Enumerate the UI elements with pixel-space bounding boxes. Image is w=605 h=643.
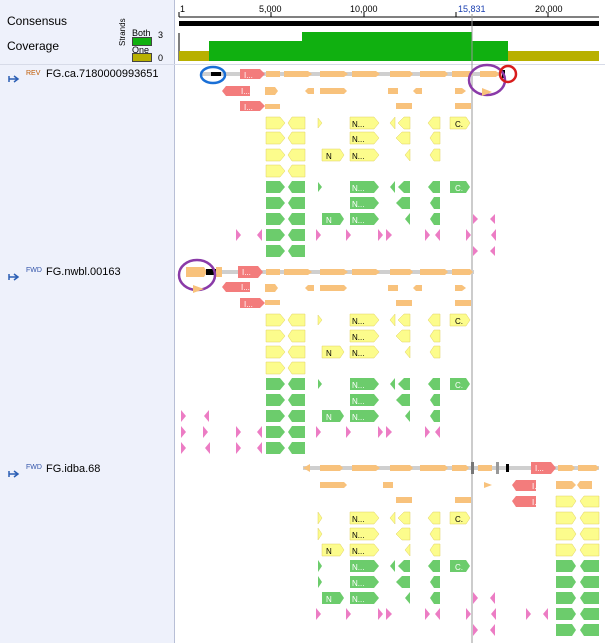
alignment-track-view[interactable]: 1 5,000 10,000 20,000 15,831 I... I... I… (174, 0, 605, 643)
svg-text:I...: I... (241, 87, 250, 96)
coverage-max-label: 3 (158, 30, 164, 40)
svg-text:I...: I... (532, 482, 541, 491)
svg-text:I...: I... (242, 268, 251, 277)
cursor-position-label: 15,831 (458, 4, 486, 14)
svg-text:N...: N... (352, 563, 364, 572)
svg-text:C.: C. (455, 381, 463, 390)
sequence-3-annotations[interactable]: I... I... I... N... C. N... N N... N... … (303, 462, 600, 636)
svg-text:N: N (326, 216, 332, 225)
svg-text:I...: I... (244, 103, 253, 112)
svg-text:N...: N... (352, 120, 364, 129)
sequence-2-annotations[interactable]: I... I... I... N... C. N... N N... N... … (177, 258, 474, 454)
svg-text:C.: C. (455, 317, 463, 326)
legend-both-label: Both (132, 28, 151, 38)
svg-text:N...: N... (352, 381, 364, 390)
sequence-name[interactable]: FG.nwbl.00163 (46, 266, 121, 278)
svg-text:N...: N... (352, 200, 364, 209)
svg-text:N...: N... (352, 413, 364, 422)
svg-text:I...: I... (241, 283, 250, 292)
svg-text:N...: N... (352, 349, 364, 358)
sequence-name-panel (0, 0, 175, 643)
collapse-arrow-icon[interactable] (8, 465, 20, 483)
svg-text:N...: N... (352, 595, 364, 604)
direction-badge: REV (26, 70, 41, 77)
coverage-graph (178, 32, 599, 61)
svg-text:N...: N... (352, 531, 364, 540)
svg-text:C.: C. (455, 563, 463, 572)
coverage-label: Coverage (7, 39, 60, 53)
svg-text:N...: N... (352, 579, 364, 588)
ruler: 1 5,000 10,000 20,000 15,831 (178, 4, 599, 26)
svg-text:N: N (326, 413, 332, 422)
svg-text:N...: N... (352, 397, 364, 406)
direction-badge: FWD (26, 464, 42, 471)
svg-text:N...: N... (352, 547, 364, 556)
svg-text:N...: N... (352, 184, 364, 193)
legend-one-label: One (132, 45, 150, 55)
sequence-name[interactable]: FG.ca.7180000993651 (46, 68, 159, 80)
coverage-min-label: 0 (158, 53, 164, 63)
consensus-bar (179, 21, 599, 26)
svg-text:C.: C. (455, 184, 463, 193)
svg-text:N: N (326, 547, 332, 556)
svg-text:N: N (326, 349, 332, 358)
collapse-arrow-icon[interactable] (8, 70, 20, 88)
sequence-1-annotations[interactable]: I... I... I... N... C. N... N N... N... … (199, 63, 518, 257)
sequence-name[interactable]: FG.idba.68 (46, 463, 100, 475)
svg-text:I...: I... (244, 300, 253, 309)
svg-text:N...: N... (352, 515, 364, 524)
strands-legend-title: Strands (118, 18, 127, 46)
ruler-tick: 1 (180, 4, 185, 14)
svg-text:I...: I... (535, 464, 544, 473)
svg-text:C.: C. (455, 120, 463, 129)
ruler-tick: 20,000 (535, 4, 563, 14)
ruler-tick: 10,000 (350, 4, 378, 14)
ruler-tick: 5,000 (259, 4, 282, 14)
svg-text:C.: C. (455, 515, 463, 524)
svg-text:N...: N... (352, 152, 364, 161)
svg-text:N...: N... (352, 333, 364, 342)
svg-text:N: N (326, 595, 332, 604)
consensus-label: Consensus (7, 14, 68, 28)
svg-text:N...: N... (352, 216, 364, 225)
collapse-arrow-icon[interactable] (8, 268, 20, 286)
svg-text:N...: N... (352, 135, 364, 144)
svg-text:N...: N... (352, 317, 364, 326)
svg-text:I...: I... (244, 71, 253, 80)
svg-text:N: N (326, 152, 332, 161)
direction-badge: FWD (26, 267, 42, 274)
svg-text:I...: I... (532, 498, 541, 507)
